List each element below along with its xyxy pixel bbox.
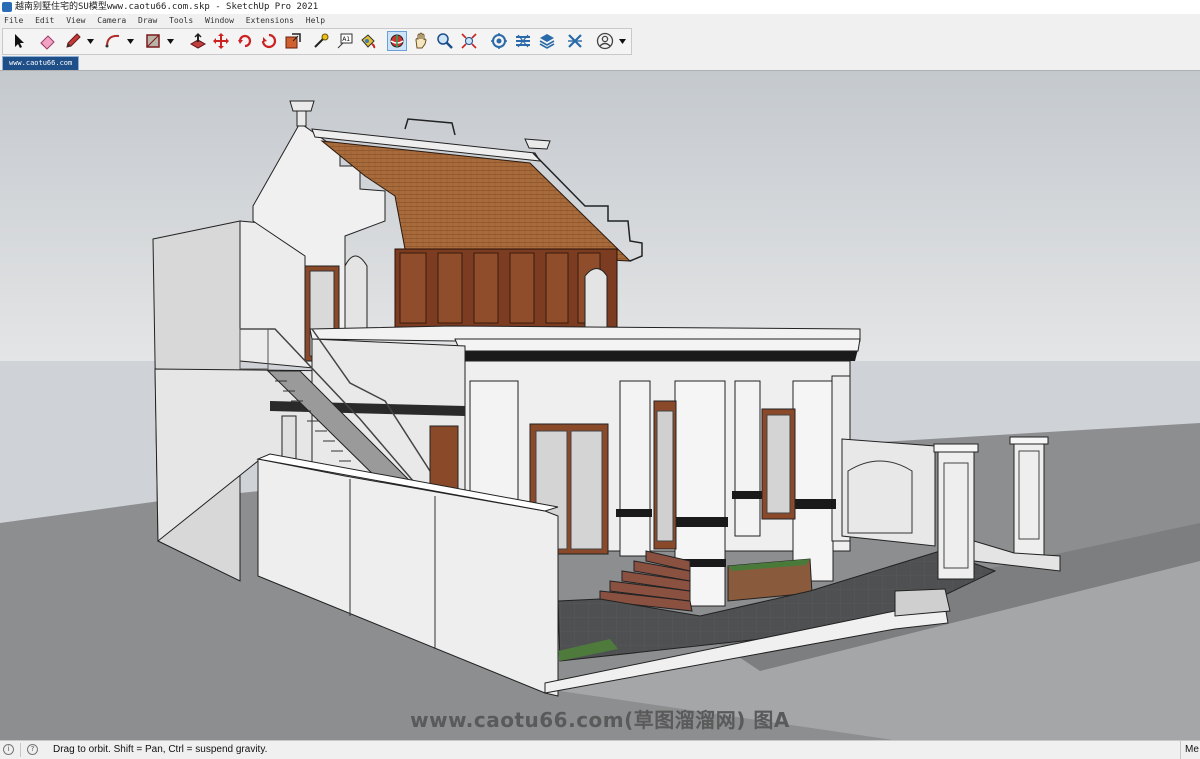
geo-location-icon[interactable]: i bbox=[3, 744, 14, 755]
upper-arched-window-left bbox=[344, 255, 368, 330]
upper-arched-window-right bbox=[584, 268, 608, 330]
toolbar: A1 bbox=[0, 28, 1200, 55]
far-gate-pillar-cap bbox=[1009, 436, 1049, 445]
zoom-icon[interactable] bbox=[435, 31, 455, 51]
rotate-icon[interactable] bbox=[235, 31, 255, 51]
account-dropdown-arrow[interactable] bbox=[618, 31, 626, 51]
menu-draw[interactable]: Draw bbox=[134, 14, 160, 28]
menu-window[interactable]: Window bbox=[201, 14, 237, 28]
modeling-viewport[interactable]: www.caotu66.com(草图溜溜网) 图A bbox=[0, 70, 1200, 741]
instructor-icon[interactable]: ? bbox=[27, 744, 38, 755]
offset-icon[interactable] bbox=[283, 31, 303, 51]
menu-view[interactable]: View bbox=[62, 14, 88, 28]
menu-help[interactable]: Help bbox=[302, 14, 328, 28]
window-left-glass-b bbox=[570, 430, 603, 550]
move-icon[interactable] bbox=[211, 31, 231, 51]
scale-icon[interactable] bbox=[259, 31, 279, 51]
measurements-label: Me bbox=[1180, 741, 1200, 759]
text-icon[interactable]: A1 bbox=[335, 31, 355, 51]
window-right-glass bbox=[766, 414, 791, 514]
push-pull-icon[interactable] bbox=[188, 31, 208, 51]
tape-measure-icon[interactable] bbox=[311, 31, 331, 51]
large-tool-set: A1 bbox=[2, 28, 632, 55]
right-gate-pillar-cap bbox=[933, 443, 979, 453]
menu-extensions[interactable]: Extensions bbox=[242, 14, 297, 28]
right-garden-wall bbox=[841, 438, 936, 547]
right-gate-pillar bbox=[937, 448, 975, 580]
title-bar: 越南别墅住宅的SU模型www.caotu66.com.skp - SketchU… bbox=[0, 0, 1200, 15]
rectangle-dropdown-arrow[interactable] bbox=[166, 31, 174, 51]
zoom-extents-icon[interactable] bbox=[459, 31, 479, 51]
watermark-text: www.caotu66.com(草图溜溜网) 图A bbox=[410, 708, 790, 732]
model-scene bbox=[0, 71, 1200, 741]
arc-icon[interactable] bbox=[103, 31, 123, 51]
scene-tab[interactable]: www.caotu66.com bbox=[2, 56, 80, 71]
rectangle-icon[interactable] bbox=[143, 31, 163, 51]
layout-icon[interactable] bbox=[537, 31, 557, 51]
menu-tools[interactable]: Tools bbox=[165, 14, 196, 28]
arc-dropdown-arrow[interactable] bbox=[126, 31, 134, 51]
extension-warehouse-icon[interactable] bbox=[513, 31, 533, 51]
status-bar: i ? Drag to orbit. Shift = Pan, Ctrl = s… bbox=[0, 740, 1200, 759]
scene-tabs-bar: www.caotu66.com bbox=[0, 55, 1200, 71]
side-window bbox=[429, 425, 459, 492]
gable-finial-right bbox=[524, 138, 551, 150]
account-icon[interactable] bbox=[595, 31, 615, 51]
side-window-2 bbox=[281, 415, 297, 462]
pencil-dropdown-arrow[interactable] bbox=[86, 31, 94, 51]
menu-edit[interactable]: Edit bbox=[31, 14, 57, 28]
ramp bbox=[894, 588, 951, 617]
main-door-glass bbox=[656, 410, 674, 542]
pencil-line-icon[interactable] bbox=[63, 31, 83, 51]
window-title: 越南别墅住宅的SU模型www.caotu66.com.skp - SketchU… bbox=[15, 2, 319, 12]
text-tool-glyph: A1 bbox=[342, 36, 350, 43]
pan-icon[interactable] bbox=[411, 31, 431, 51]
extension-manager-icon[interactable] bbox=[565, 31, 585, 51]
3d-warehouse-icon[interactable] bbox=[489, 31, 509, 51]
menu-file[interactable]: File bbox=[0, 14, 26, 28]
sketchup-app-icon bbox=[2, 2, 12, 12]
cornice bbox=[454, 338, 861, 352]
eraser-icon[interactable] bbox=[37, 31, 57, 51]
orbit-icon[interactable] bbox=[387, 31, 407, 51]
menu-camera[interactable]: Camera bbox=[93, 14, 129, 28]
status-message: Drag to orbit. Shift = Pan, Ctrl = suspe… bbox=[53, 744, 268, 755]
select-arrow-icon[interactable] bbox=[9, 31, 29, 51]
status-separator bbox=[20, 743, 21, 757]
menu-bar: File Edit View Camera Draw Tools Window … bbox=[0, 14, 1200, 28]
paint-bucket-icon[interactable] bbox=[358, 31, 378, 51]
